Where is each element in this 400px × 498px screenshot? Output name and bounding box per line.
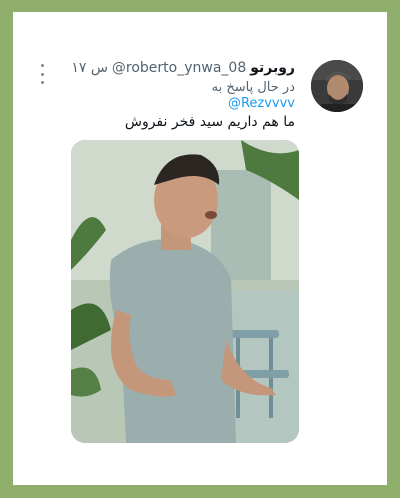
tweet-card: روبرتو @roberto_ynwa_08 ۱۷ س در حال پاسخ… bbox=[13, 12, 387, 485]
author-display-name[interactable]: روبرتو bbox=[250, 60, 295, 76]
author-avatar[interactable] bbox=[311, 60, 363, 112]
replying-to-label: در حال پاسخ به bbox=[211, 80, 295, 95]
reply-mention-link[interactable]: @Rezvvvv bbox=[228, 96, 295, 111]
tweet-media-image[interactable] bbox=[71, 140, 299, 443]
tweet-header: روبرتو @roberto_ynwa_08 ۱۷ س bbox=[71, 57, 295, 79]
tweet-time[interactable]: ۱۷ س bbox=[71, 60, 108, 76]
tweet-text: ما هم داریم سید فخر نفروش bbox=[124, 114, 295, 130]
author-handle[interactable]: @roberto_ynwa_08 bbox=[112, 60, 246, 76]
more-options-icon[interactable] bbox=[38, 64, 46, 84]
